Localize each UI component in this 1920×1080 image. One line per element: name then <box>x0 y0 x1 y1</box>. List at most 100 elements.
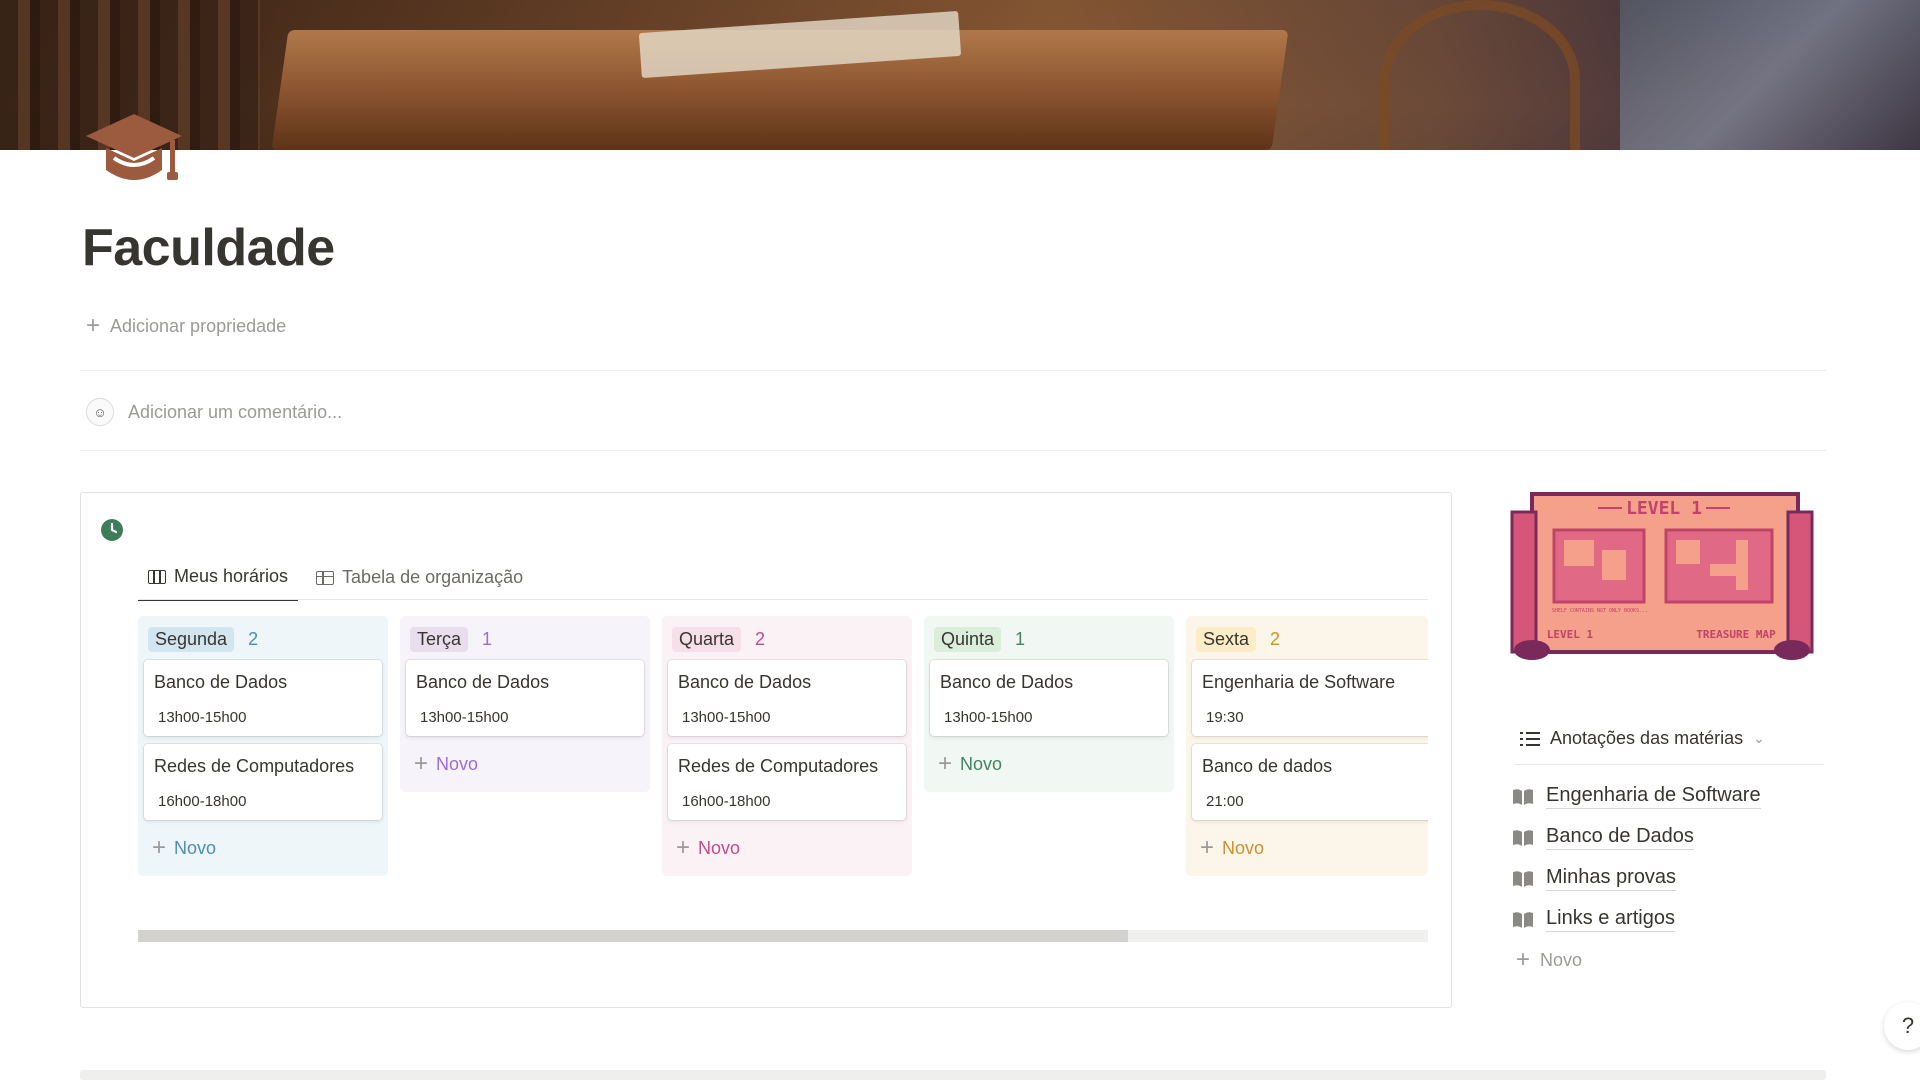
add-property-button[interactable]: + Adicionar propriedade <box>86 314 286 338</box>
level-small-text: SHELF CONTAINS NOT ONLY BOOKS... <box>1552 608 1648 614</box>
board-card[interactable]: Banco de Dados 13h00-15h00 <box>144 660 382 736</box>
scrollbar-thumb[interactable] <box>138 930 1128 942</box>
board-card[interactable]: Banco de Dados 13h00-15h00 <box>668 660 906 736</box>
notes-header-label: Anotações das matérias <box>1550 728 1744 748</box>
clock-icon[interactable] <box>100 518 124 542</box>
card-title: Engenharia de Software <box>1202 672 1396 692</box>
board-column-sexta: Sexta 2 Engenharia de Software 19:30 Ban… <box>1186 616 1428 876</box>
board-card[interactable]: Banco de Dados 13h00-15h00 <box>406 660 644 736</box>
new-label: Novo <box>174 837 217 858</box>
tab-tabela-de-organizacao[interactable]: Tabela de organização <box>306 562 533 601</box>
board-card[interactable]: Banco de Dados 13h00-15h00 <box>930 660 1168 736</box>
new-card-button[interactable]: + Novo <box>144 828 382 868</box>
plus-icon: + <box>1516 946 1531 973</box>
plus-icon: + <box>414 750 429 777</box>
card-time: 13h00-15h00 <box>158 709 247 726</box>
card-title: Banco de dados <box>1202 756 1333 776</box>
plus-icon: + <box>86 312 101 339</box>
column-count: 1 <box>1015 628 1026 649</box>
list-item-label: Minhas provas <box>1546 866 1677 891</box>
level-left-label: LEVEL 1 <box>1547 628 1594 641</box>
book-icon <box>1513 788 1533 805</box>
board-card[interactable]: Redes de Computadores 16h00-18h00 <box>144 744 382 820</box>
divider <box>80 370 1826 371</box>
treasure-map-image: LEVEL 1 SHELF CONTAINS NOT ONLY BOOKS...… <box>1510 492 1814 660</box>
board-column-quinta: Quinta 1 Banco de Dados 13h00-15h00 + No… <box>924 616 1174 792</box>
card-time: 13h00-15h00 <box>944 709 1033 726</box>
plus-icon: + <box>938 750 953 777</box>
board-column-terca: Terça 1 Banco de Dados 13h00-15h00 + Nov… <box>400 616 650 792</box>
list-item[interactable]: Banco de Dados <box>1512 825 1694 850</box>
notes-view-selector[interactable]: Anotações das matérias ⌄ <box>1520 728 1765 749</box>
column-title[interactable]: Quarta <box>672 626 742 652</box>
list-item[interactable]: Minhas provas <box>1512 866 1677 891</box>
board-column-segunda: Segunda 2 Banco de Dados 13h00-15h00 Red… <box>138 616 388 876</box>
list-icon <box>1520 731 1540 746</box>
book-icon <box>1513 911 1533 928</box>
column-count: 1 <box>482 628 493 649</box>
list-item[interactable]: Engenharia de Software <box>1512 784 1761 809</box>
new-label: Novo <box>1222 837 1265 858</box>
board-card[interactable]: Banco de dados 21:00 <box>1192 744 1428 820</box>
tab-label: Tabela de organização <box>342 567 524 587</box>
new-card-button[interactable]: + Novo <box>1192 828 1422 868</box>
level-right-label: TREASURE MAP <box>1696 628 1776 641</box>
comment-input[interactable]: ☺ Adicionar um comentário... <box>86 398 342 426</box>
card-time: 21:00 <box>1206 793 1244 810</box>
list-item-label: Banco de Dados <box>1546 825 1694 850</box>
add-property-label: Adicionar propriedade <box>110 315 287 336</box>
column-title[interactable]: Terça <box>410 626 469 652</box>
graduation-cap-icon[interactable] <box>84 108 184 188</box>
card-time: 16h00-18h00 <box>158 793 247 810</box>
list-item[interactable]: Links e artigos <box>1512 907 1675 932</box>
page-title[interactable]: Faculdade <box>82 218 335 278</box>
list-item-label: Engenharia de Software <box>1546 784 1761 809</box>
new-card-button[interactable]: + Novo <box>406 744 644 784</box>
card-title: Redes de Computadores <box>154 756 355 776</box>
column-title[interactable]: Segunda <box>148 626 235 652</box>
new-label: Novo <box>436 753 479 774</box>
board-card[interactable]: Redes de Computadores 16h00-18h00 <box>668 744 906 820</box>
card-title: Redes de Computadores <box>678 756 879 776</box>
card-time: 13h00-15h00 <box>682 709 771 726</box>
comment-placeholder: Adicionar um comentário... <box>128 401 343 422</box>
board-card[interactable]: Engenharia de Software 19:30 <box>1192 660 1428 736</box>
plus-icon: + <box>1200 834 1215 861</box>
card-title: Banco de Dados <box>416 672 550 692</box>
card-time: 19:30 <box>1206 709 1244 726</box>
horizontal-scrollbar[interactable] <box>138 930 1428 942</box>
help-button[interactable]: ? <box>1884 1002 1920 1050</box>
column-count: 2 <box>755 628 766 649</box>
card-title: Banco de Dados <box>940 672 1074 692</box>
chevron-down-icon: ⌄ <box>1753 730 1765 746</box>
card-time: 13h00-15h00 <box>420 709 509 726</box>
card-title: Banco de Dados <box>678 672 812 692</box>
bottom-divider <box>80 1070 1826 1080</box>
tab-label: Meus horários <box>174 566 289 586</box>
plus-icon: + <box>676 834 691 861</box>
column-count: 2 <box>248 628 259 649</box>
table-icon <box>316 570 335 585</box>
card-time: 16h00-18h00 <box>682 793 771 810</box>
card-title: Banco de Dados <box>154 672 288 692</box>
new-label: Novo <box>1540 949 1583 970</box>
column-title[interactable]: Sexta <box>1196 626 1257 652</box>
new-label: Novo <box>960 753 1003 774</box>
new-card-button[interactable]: + Novo <box>930 744 1168 784</box>
notes-divider <box>1514 764 1824 765</box>
level-title: LEVEL 1 <box>1626 498 1702 519</box>
tabs-divider <box>138 599 1428 600</box>
column-count: 2 <box>1270 628 1281 649</box>
board-column-quarta: Quarta 2 Banco de Dados 13h00-15h00 Rede… <box>662 616 912 876</box>
new-note-button[interactable]: + Novo <box>1516 948 1582 972</box>
tab-meus-horarios[interactable]: Meus horários <box>138 562 299 601</box>
book-icon <box>1513 829 1533 846</box>
cover-image <box>0 0 1920 150</box>
new-card-button[interactable]: + Novo <box>668 828 906 868</box>
book-icon <box>1513 870 1533 887</box>
column-title[interactable]: Quinta <box>934 626 1002 652</box>
divider <box>80 450 1826 451</box>
new-label: Novo <box>698 837 741 858</box>
avatar: ☺ <box>86 398 114 426</box>
list-item-label: Links e artigos <box>1546 907 1675 932</box>
